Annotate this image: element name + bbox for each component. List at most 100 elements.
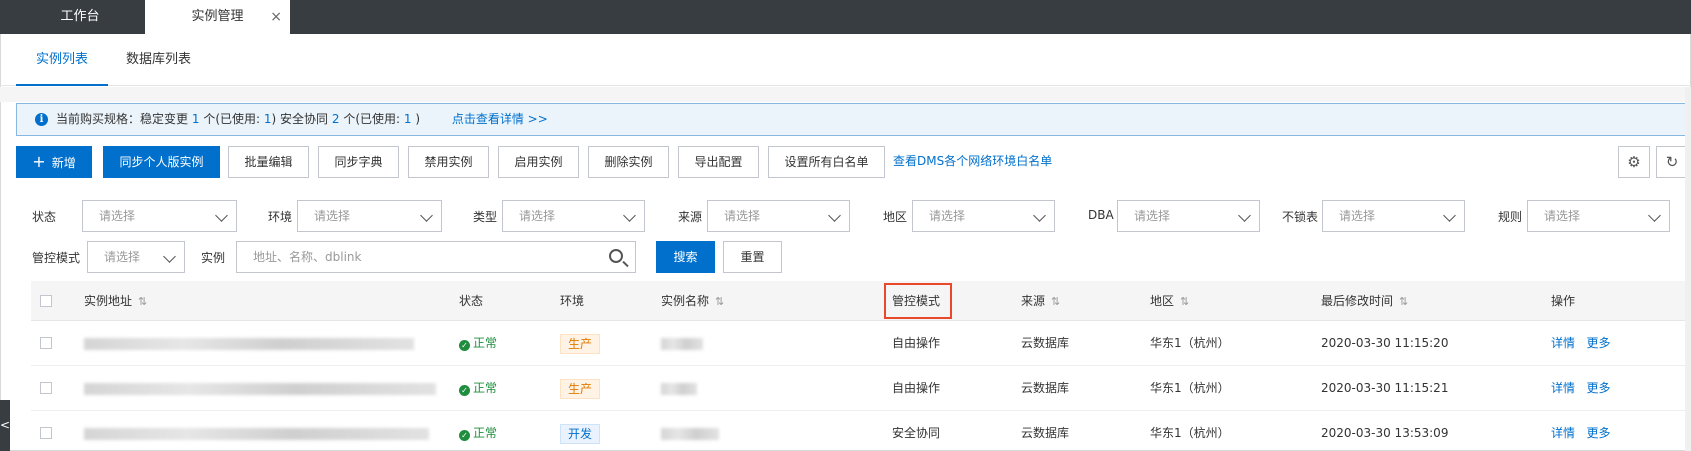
filter-label-instance: 实例 [201, 251, 226, 265]
search-icon[interactable] [609, 249, 623, 263]
add-instance-button[interactable]: + 新增 [16, 146, 92, 178]
source-cell: 云数据库 [1021, 336, 1070, 350]
gear-icon[interactable]: ⚙ [1618, 146, 1650, 178]
chevron-down-icon [215, 209, 228, 222]
close-icon[interactable]: × [270, 0, 282, 34]
sort-icon[interactable]: ⇅ [715, 282, 724, 322]
col-header-source[interactable]: 来源 ⇅ [1021, 281, 1060, 322]
disable-instance-button[interactable]: 禁用实例 [408, 146, 489, 178]
detail-link[interactable]: 详情 [1551, 426, 1575, 440]
mode-column-highlight [884, 283, 952, 319]
instance-name-redacted [661, 428, 719, 440]
filter-label-region: 地区 [883, 210, 908, 224]
instance-address-redacted [84, 338, 414, 350]
status-select[interactable]: 请选择 [82, 200, 237, 232]
col-header-addr[interactable]: 实例地址 ⇅ [84, 281, 147, 322]
reset-button[interactable]: 重置 [723, 241, 782, 273]
env-tag: 开发 [560, 424, 601, 444]
mode-cell: 自由操作 [892, 381, 941, 395]
col-header-name[interactable]: 实例名称 ⇅ [661, 281, 724, 322]
source-select-placeholder: 请选择 [724, 209, 761, 223]
instance-name-redacted [661, 338, 703, 350]
view-details-link[interactable]: 点击查看详情 >> [452, 112, 548, 126]
set-all-whitelist-button[interactable]: 设置所有白名单 [768, 146, 885, 178]
refresh-icon[interactable]: ↻ [1656, 146, 1688, 178]
more-link[interactable]: 更多 [1586, 426, 1610, 440]
env-tag: 生产 [560, 334, 601, 354]
modified-cell: 2020-03-30 13:53:09 [1321, 426, 1449, 440]
filter-label-env: 环境 [268, 210, 293, 224]
chevron-down-icon [1443, 209, 1456, 222]
chevron-down-icon [1648, 209, 1661, 222]
table-row: ✓ 正常 生产 自由操作 云数据库 华东1（杭州） 2020-03-30 11:1… [31, 321, 1689, 366]
type-select[interactable]: 请选择 [502, 200, 645, 232]
status-select-placeholder: 请选择 [99, 209, 136, 223]
enable-instance-button[interactable]: 启用实例 [498, 146, 579, 178]
col-header-region-label: 地区 [1150, 294, 1175, 308]
col-header-modified[interactable]: 最后修改时间 ⇅ [1321, 281, 1408, 322]
export-config-button[interactable]: 导出配置 [678, 146, 759, 178]
vertical-scrollbar[interactable] [1685, 87, 1691, 451]
col-header-status: 状态 [459, 294, 484, 308]
filter-label-source: 来源 [678, 210, 703, 224]
sync-personal-instance-button[interactable]: 同步个人版实例 [103, 146, 220, 178]
sort-icon[interactable]: ⇅ [1051, 282, 1060, 322]
instance-address-redacted [84, 428, 429, 440]
sort-icon[interactable]: ⇅ [1180, 282, 1189, 322]
chevron-down-icon [828, 209, 841, 222]
mode-select-placeholder: 请选择 [104, 250, 141, 264]
modified-cell: 2020-03-30 11:15:21 [1321, 381, 1449, 395]
dba-select[interactable]: 请选择 [1117, 200, 1260, 232]
detail-link[interactable]: 详情 [1551, 336, 1575, 350]
notice-suffix: ) [415, 112, 421, 126]
more-link[interactable]: 更多 [1586, 336, 1610, 350]
notice-mid1: 个(已使用: [203, 112, 261, 126]
sync-dictionary-button[interactable]: 同步字典 [318, 146, 399, 178]
select-all-checkbox[interactable] [40, 295, 52, 307]
mode-cell: 安全协同 [892, 426, 941, 440]
col-header-env: 环境 [560, 294, 585, 308]
source-select[interactable]: 请选择 [707, 200, 850, 232]
window-tab-bar: 工作台 实例管理 × [0, 0, 1691, 34]
tab-instance-management[interactable]: 实例管理 × [145, 0, 290, 34]
tab-workbench[interactable]: 工作台 [16, 0, 144, 34]
nolock-select[interactable]: 请选择 [1322, 200, 1465, 232]
chevron-down-icon [420, 209, 433, 222]
instance-name-redacted [661, 383, 697, 395]
filter-label-nolock: 不锁表 [1282, 210, 1319, 224]
batch-edit-button[interactable]: 批量编辑 [228, 146, 309, 178]
tab-instance-management-label: 实例管理 [191, 9, 244, 24]
check-circle-icon: ✓ [459, 385, 470, 396]
col-header-region[interactable]: 地区 ⇅ [1150, 281, 1189, 322]
delete-instance-button[interactable]: 删除实例 [588, 146, 669, 178]
env-select-placeholder: 请选择 [314, 209, 351, 223]
view-dms-whitelist-link[interactable]: 查看DMS各个网络环境白名单 [893, 152, 1052, 169]
region-cell: 华东1（杭州） [1150, 381, 1230, 395]
env-select[interactable]: 请选择 [297, 200, 442, 232]
row-checkbox[interactable] [40, 337, 52, 349]
detail-link[interactable]: 详情 [1551, 381, 1575, 395]
nolock-select-placeholder: 请选择 [1339, 209, 1376, 223]
sort-icon[interactable]: ⇅ [138, 282, 147, 322]
row-checkbox[interactable] [40, 427, 52, 439]
chevron-down-icon [163, 250, 176, 263]
region-select[interactable]: 请选择 [912, 200, 1055, 232]
status-badge: ✓ 正常 [459, 366, 497, 411]
plus-icon: + [32, 152, 46, 171]
tab-instance-list[interactable]: 实例列表 [16, 34, 108, 86]
search-button[interactable]: 搜索 [656, 241, 715, 273]
mode-select[interactable]: 请选择 [87, 241, 185, 273]
region-select-placeholder: 请选择 [929, 209, 966, 223]
more-link[interactable]: 更多 [1586, 381, 1610, 395]
instance-search-input[interactable] [253, 242, 593, 272]
tab-workbench-label: 工作台 [60, 9, 100, 24]
sort-icon[interactable]: ⇅ [1399, 282, 1408, 322]
filter-label-type: 类型 [473, 210, 498, 224]
status-badge: ✓ 正常 [459, 411, 497, 451]
source-cell: 云数据库 [1021, 381, 1070, 395]
type-select-placeholder: 请选择 [519, 209, 556, 223]
tab-database-list[interactable]: 数据库列表 [126, 34, 191, 86]
row-checkbox[interactable] [40, 382, 52, 394]
rule-select[interactable]: 请选择 [1527, 200, 1670, 232]
collapse-sidebar-handle[interactable]: < [0, 400, 10, 451]
